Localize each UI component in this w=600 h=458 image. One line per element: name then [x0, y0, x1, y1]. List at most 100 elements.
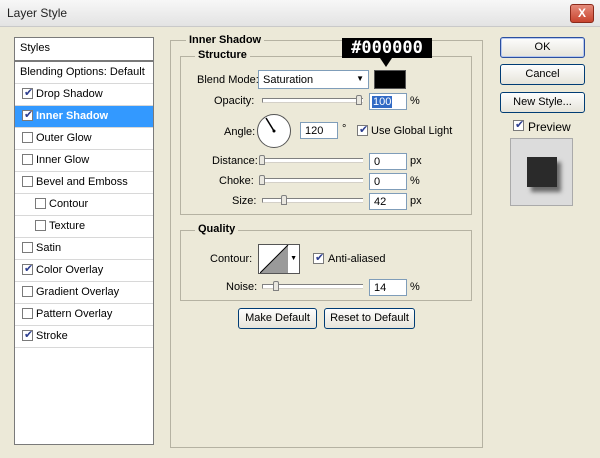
style-item-label: Color Overlay: [36, 264, 104, 276]
style-item-label: Gradient Overlay: [36, 286, 120, 298]
window-title: Layer Style: [7, 6, 68, 20]
size-input[interactable]: 42: [369, 193, 407, 210]
title-bar[interactable]: Layer Style X: [0, 0, 600, 27]
style-item-texture[interactable]: Texture: [15, 216, 153, 238]
blend-mode-select[interactable]: Saturation ▼: [258, 70, 369, 89]
choke-input[interactable]: 0: [369, 173, 407, 190]
preview-label: Preview: [528, 120, 571, 134]
style-item-checkbox[interactable]: [22, 108, 33, 121]
style-item-outer-glow[interactable]: Outer Glow: [15, 128, 153, 150]
style-item-checkbox[interactable]: [35, 198, 46, 209]
noise-slider-thumb[interactable]: [273, 281, 279, 291]
distance-slider[interactable]: [262, 158, 363, 163]
angle-dial[interactable]: [257, 114, 291, 148]
noise-input[interactable]: 14: [369, 279, 407, 296]
choke-slider-thumb[interactable]: [259, 175, 265, 185]
style-item-label: Outer Glow: [36, 132, 92, 144]
quality-title: Quality: [195, 223, 239, 235]
structure-title: Structure: [195, 49, 250, 61]
opacity-slider[interactable]: [262, 98, 363, 103]
distance-input[interactable]: 0: [369, 153, 407, 170]
preview-checkbox[interactable]: [513, 118, 524, 131]
noise-label: Noise:: [226, 281, 258, 293]
style-item-label: Contour: [49, 198, 89, 210]
choke-label: Choke:: [219, 175, 254, 187]
style-item-drop-shadow[interactable]: Drop Shadow: [15, 84, 153, 106]
style-item-inner-glow[interactable]: Inner Glow: [15, 150, 153, 172]
cancel-button[interactable]: Cancel: [500, 64, 585, 85]
noise-value: 14: [374, 282, 387, 294]
close-button[interactable]: X: [570, 4, 594, 23]
style-item-label: Inner Glow: [36, 154, 90, 166]
style-item-gradient-overlay[interactable]: Gradient Overlay: [15, 282, 153, 304]
shadow-color-swatch[interactable]: [374, 70, 406, 89]
new-style-button[interactable]: New Style...: [500, 92, 585, 113]
styles-list: Blending Options: Default Drop Shadow Inne…: [14, 61, 154, 445]
contour-label: Contour:: [210, 253, 253, 265]
angle-unit: °: [342, 123, 347, 135]
style-item-checkbox[interactable]: [35, 220, 46, 231]
style-item-color-overlay[interactable]: Color Overlay: [15, 260, 153, 282]
distance-slider-thumb[interactable]: [259, 155, 265, 165]
style-item-checkbox[interactable]: [22, 176, 33, 187]
style-item-checkbox[interactable]: [22, 132, 33, 143]
opacity-input[interactable]: 100: [369, 93, 407, 110]
style-item-inner-shadow[interactable]: Inner Shadow: [15, 106, 153, 128]
style-item-bevel-and-emboss[interactable]: Bevel and Emboss: [15, 172, 153, 194]
style-item-checkbox[interactable]: [22, 242, 33, 253]
size-slider[interactable]: [262, 198, 363, 203]
style-item-checkbox[interactable]: [22, 308, 33, 319]
style-item-label: Blending Options: Default: [20, 66, 145, 78]
contour-dropdown-icon: ▼: [290, 255, 297, 262]
use-global-light-checkbox[interactable]: [357, 123, 368, 136]
style-item-contour[interactable]: Contour: [15, 194, 153, 216]
preview-shape: [527, 157, 557, 187]
blend-mode-value: Saturation: [263, 74, 314, 86]
anti-aliased-label: Anti-aliased: [328, 253, 386, 265]
ok-button[interactable]: OK: [500, 37, 585, 58]
style-item-checkbox[interactable]: [22, 154, 33, 165]
angle-label: Angle:: [224, 126, 256, 138]
blend-mode-label: Blend Mode:: [197, 74, 259, 86]
style-item-label: Pattern Overlay: [36, 308, 113, 320]
style-item-pattern-overlay[interactable]: Pattern Overlay: [15, 304, 153, 326]
opacity-unit: %: [410, 95, 420, 107]
reset-to-default-button[interactable]: Reset to Default: [324, 308, 415, 329]
style-item-satin[interactable]: Satin: [15, 238, 153, 260]
angle-needle: [265, 117, 276, 133]
style-item-checkbox[interactable]: [22, 262, 33, 275]
contour-picker[interactable]: ▼: [258, 244, 300, 274]
opacity-value: 100: [372, 96, 393, 108]
distance-value: 0: [374, 156, 381, 168]
style-item-checkbox[interactable]: [22, 328, 33, 341]
size-slider-thumb[interactable]: [281, 195, 287, 205]
distance-label: Distance:: [212, 155, 258, 167]
make-default-button[interactable]: Make Default: [238, 308, 317, 329]
choke-slider[interactable]: [262, 178, 363, 183]
style-item-label: Satin: [36, 242, 62, 254]
angle-input[interactable]: 120: [300, 122, 338, 139]
style-item-blending-options-default[interactable]: Blending Options: Default: [15, 62, 153, 84]
style-item-checkbox[interactable]: [22, 286, 33, 297]
style-item-label: Drop Shadow: [36, 88, 103, 100]
style-item-checkbox[interactable]: [22, 86, 33, 99]
style-item-label: Texture: [49, 220, 86, 232]
style-item-stroke[interactable]: Stroke: [15, 326, 153, 348]
opacity-label: Opacity:: [214, 95, 255, 107]
style-item-label: Inner Shadow: [36, 110, 109, 122]
contour-curve-icon: [260, 245, 289, 273]
size-unit: px: [410, 195, 422, 207]
preview-thumbnail: [510, 138, 573, 206]
anti-aliased-checkbox[interactable]: [313, 251, 324, 264]
chevron-down-icon: ▼: [356, 74, 364, 83]
use-global-light-label: Use Global Light: [371, 125, 453, 137]
color-tooltip: #000000: [342, 38, 432, 58]
styles-header-label: Styles: [20, 42, 50, 54]
size-label: Size:: [232, 195, 257, 207]
distance-unit: px: [410, 155, 422, 167]
opacity-slider-thumb[interactable]: [356, 95, 362, 105]
style-item-label: Bevel and Emboss: [36, 176, 128, 188]
angle-value: 120: [305, 125, 324, 137]
choke-unit: %: [410, 175, 420, 187]
styles-header[interactable]: Styles: [14, 37, 154, 61]
